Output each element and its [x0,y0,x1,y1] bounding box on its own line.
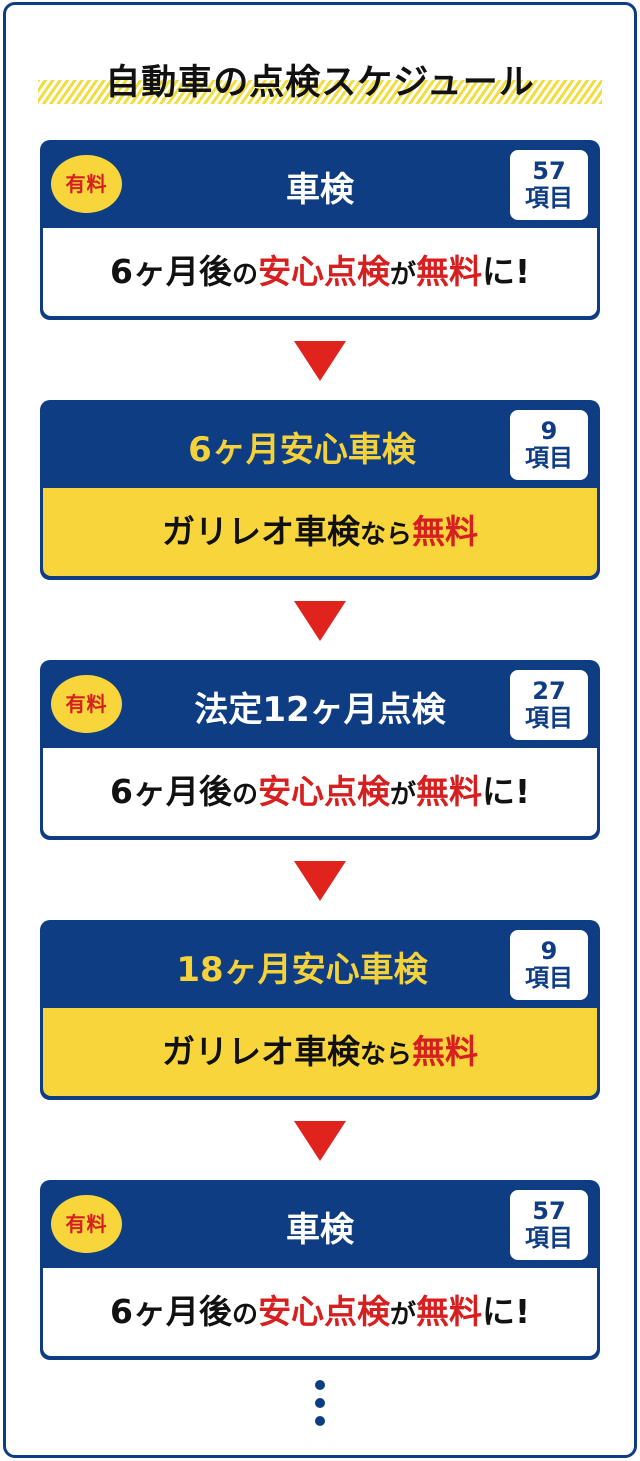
card-message: ガリレオ車検なら無料 [43,1008,597,1096]
down-arrow-icon [294,601,346,641]
message-part: の [231,260,258,290]
card-message: 6ヶ月後の安心点検が無料に! [43,748,597,836]
ellipsis-dot [315,1416,325,1426]
item-count-number: 27 [532,677,566,705]
message-part: に! [481,772,531,811]
item-count-unit: 項目 [525,1224,573,1252]
item-count-unit: 項目 [525,444,573,472]
item-count-box: 9 項目 [510,930,588,1000]
card-header: 有料 車検 57 項目 [40,140,600,228]
card-message: 6ヶ月後の安心点検が無料に! [43,228,597,316]
message-highlight: 無料 [412,1032,478,1071]
message-highlight: 無料 [415,252,482,291]
schedule-card-inspection-2: 有料 車検 57 項目 6ヶ月後の安心点検が無料に! [40,1180,600,1360]
message-highlight: 安心点検 [257,1292,390,1331]
item-count-box: 57 項目 [510,1190,588,1260]
ellipsis-dot [315,1380,325,1390]
message-part: なら [359,520,412,550]
message-part: の [231,1300,258,1330]
message-part: が [389,260,416,290]
message-highlight: 無料 [415,772,482,811]
item-count-number: 57 [532,1197,566,1225]
message-highlight: 安心点検 [257,772,390,811]
schedule-card-inspection-1: 有料 車検 57 項目 6ヶ月後の安心点検が無料に! [40,140,600,320]
item-count-unit: 項目 [525,704,573,732]
item-count-box: 57 項目 [510,150,588,220]
card-header: 有料 法定12ヶ月点検 27 項目 [40,660,600,748]
message-part: に! [481,252,531,291]
card-title: 18ヶ月安心車検 [176,950,428,990]
down-arrow-icon [294,341,346,381]
down-arrow-icon [294,861,346,901]
message-part: が [389,1300,416,1330]
schedule-card-6-month: 6ヶ月安心車検 9 項目 ガリレオ車検なら無料 [40,400,600,580]
item-count-unit: 項目 [525,184,573,212]
message-part: ガリレオ車検 [161,1032,360,1071]
page-title: 自動車の点検スケジュール [105,63,535,103]
message-highlight: 無料 [415,1292,482,1331]
item-count-number: 57 [532,157,566,185]
vertical-ellipsis-icon [313,1380,327,1428]
item-count-box: 9 項目 [510,410,588,480]
message-part: 6ヶ月後 [109,772,232,811]
schedule-card-18-month: 18ヶ月安心車検 9 項目 ガリレオ車検なら無料 [40,920,600,1100]
card-title: 6ヶ月安心車検 [188,430,416,470]
card-header: 18ヶ月安心車検 9 項目 [40,920,600,1008]
card-header: 有料 車検 57 項目 [40,1180,600,1268]
message-part: が [389,780,416,810]
ellipsis-dot [315,1398,325,1408]
item-count-unit: 項目 [525,964,573,992]
title-block: 自動車の点検スケジュール [0,44,640,114]
item-count-number: 9 [540,417,558,445]
schedule-card-12-month: 有料 法定12ヶ月点検 27 項目 6ヶ月後の安心点検が無料に! [40,660,600,840]
item-count-box: 27 項目 [510,670,588,740]
message-part: なら [359,1040,412,1070]
message-part: 6ヶ月後 [109,252,232,291]
message-highlight: 安心点検 [257,252,390,291]
message-part: の [231,780,258,810]
message-part: 6ヶ月後 [109,1292,232,1331]
item-count-number: 9 [540,937,558,965]
down-arrow-icon [294,1121,346,1161]
card-message: ガリレオ車検なら無料 [43,488,597,576]
message-highlight: 無料 [412,512,478,551]
card-header: 6ヶ月安心車検 9 項目 [40,400,600,488]
card-message: 6ヶ月後の安心点検が無料に! [43,1268,597,1356]
message-part: に! [481,1292,531,1331]
message-part: ガリレオ車検 [161,512,360,551]
